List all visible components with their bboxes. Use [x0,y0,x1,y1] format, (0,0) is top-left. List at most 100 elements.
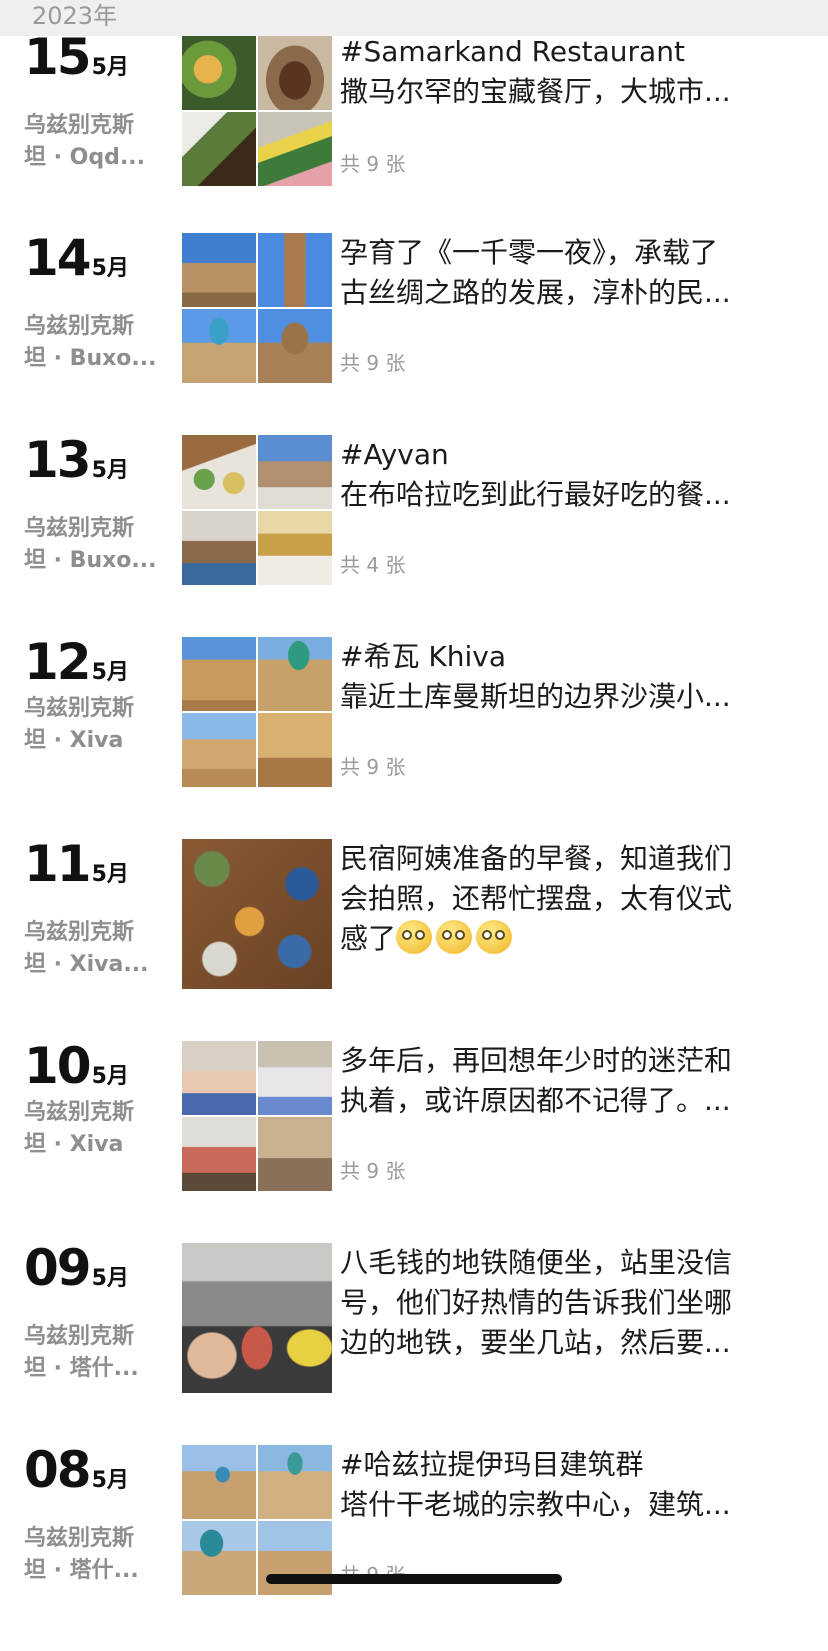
entry-date: 115月 [24,839,129,889]
caption-line: 多年后，再回想年少时的迷茫和 [340,1044,733,1077]
entry-month: 5月 [91,1266,129,1291]
location-line: 乌兹别克斯 [24,1526,135,1551]
entry-date: 125月 [24,637,129,687]
thumbnail-photo[interactable] [182,1117,256,1191]
thumbnail-photo[interactable] [258,112,332,186]
entry-day: 10 [24,1037,92,1095]
photo-grid[interactable] [182,839,332,989]
thumbnail-photo[interactable] [182,637,256,711]
thumbnail-photo[interactable] [182,713,256,787]
thumbnail-photo[interactable] [182,1243,332,1393]
thumbnail-photo[interactable] [182,36,256,110]
entry-location: 乌兹别克斯 坦 · Buxo... [24,311,164,375]
smiling-face-emoji-icon [476,920,513,954]
entry-location: 乌兹别克斯 坦 · Xiva... [24,917,164,981]
location-line: 坦 · Xiva [24,1132,124,1157]
location-line: 坦 · Buxo... [24,346,157,371]
caption-line: 边的地铁，要坐几站，然后要... [340,1326,731,1359]
entry-caption[interactable]: #希瓦 Khiva 靠近土库曼斯坦的边界沙漠小... [340,637,800,717]
caption-line: 撒马尔罕的宝藏餐厅，大城市... [340,75,731,108]
entry-caption[interactable]: #哈兹拉提伊玛目建筑群 塔什干老城的宗教中心，建筑... [340,1445,800,1525]
location-line: 坦 · Xiva... [24,952,149,977]
location-line: 乌兹别克斯 [24,516,135,541]
thumbnail-photo[interactable] [258,1445,332,1519]
caption-line: 靠近土库曼斯坦的边界沙漠小... [340,680,731,713]
thumbnail-photo[interactable] [258,233,332,307]
photo-count: 共 9 张 [340,351,406,375]
thumbnail-photo[interactable] [258,637,332,711]
entry-location: 乌兹别克斯 坦 · Buxo... [24,513,164,577]
moment-entry[interactable]: 095月 乌兹别克斯 坦 · 塔什... 八毛钱的地铁随便坐，站里没信 号，他们… [0,1243,828,1449]
thumbnail-photo[interactable] [258,309,332,383]
thumbnail-photo[interactable] [182,112,256,186]
entry-date: 155月 [24,32,129,82]
moment-entry[interactable]: 115月 乌兹别克斯 坦 · Xiva... 民宿阿姨准备的早餐，知道我们 会拍… [0,839,828,1045]
thumbnail-photo[interactable] [258,511,332,585]
thumbnail-photo[interactable] [182,1521,256,1595]
location-line: 乌兹别克斯 [24,696,135,721]
thumbnail-photo[interactable] [182,233,256,307]
location-line: 乌兹别克斯 [24,1100,135,1125]
caption-line: #Ayvan [340,438,449,471]
thumbnail-photo[interactable] [182,309,256,383]
location-line: 乌兹别克斯 [24,113,135,138]
entry-day: 14 [24,229,92,287]
moment-entry[interactable]: 105月 乌兹别克斯 坦 · Xiva 多年后，再回想年少时的迷茫和 执着，或许… [0,1041,828,1247]
smiling-face-emoji-icon [396,920,433,954]
entry-caption[interactable]: #Samarkand Restaurant 撒马尔罕的宝藏餐厅，大城市... [340,32,800,112]
entry-caption[interactable]: 多年后，再回想年少时的迷茫和 执着，或许原因都不记得了。... [340,1041,800,1121]
thumbnail-photo[interactable] [258,1117,332,1191]
entry-date: 085月 [24,1445,129,1495]
photo-grid[interactable] [182,637,332,787]
location-line: 乌兹别克斯 [24,920,135,945]
location-line: 坦 · Oqd... [24,145,145,170]
smiling-face-emoji-icon [436,920,473,954]
entry-caption[interactable]: #Ayvan 在布哈拉吃到此行最好吃的餐... [340,435,800,515]
caption-line: #Samarkand Restaurant [340,35,685,68]
photo-grid[interactable] [182,233,332,383]
entry-caption[interactable]: 八毛钱的地铁随便坐，站里没信 号，他们好热情的告诉我们坐哪 边的地铁，要坐几站，… [340,1243,800,1363]
moment-entry[interactable]: 125月 乌兹别克斯 坦 · Xiva #希瓦 Khiva 靠近土库曼斯坦的边界… [0,637,828,843]
entry-day: 08 [24,1441,92,1499]
entry-day: 09 [24,1239,92,1297]
thumbnail-photo[interactable] [182,435,256,509]
moment-entry[interactable]: 155月 乌兹别克斯 坦 · Oqd... #Samarkand Restaur… [0,32,828,238]
entry-caption[interactable]: 孕育了《一千零一夜》，承载了 古丝绸之路的发展，淳朴的民... [340,233,800,313]
thumbnail-photo[interactable] [182,839,332,989]
photo-count: 共 4 张 [340,553,406,577]
caption-line: 孕育了《一千零一夜》，承载了 [340,236,719,269]
entry-month: 5月 [91,862,129,887]
entry-caption[interactable]: 民宿阿姨准备的早餐，知道我们 会拍照，还帮忙摆盘，太有仪式 感了 [340,839,800,959]
caption-line: 会拍照，还帮忙摆盘，太有仪式 [340,882,733,915]
location-line: 坦 · Buxo... [24,548,157,573]
caption-line: 感了 [340,919,800,959]
moment-entry[interactable]: 135月 乌兹别克斯 坦 · Buxo... #Ayvan 在布哈拉吃到此行最好… [0,435,828,641]
home-indicator[interactable] [266,1574,562,1584]
thumbnail-photo[interactable] [182,1041,256,1115]
caption-line: 在布哈拉吃到此行最好吃的餐... [340,478,731,511]
thumbnail-photo[interactable] [258,36,332,110]
thumbnail-photo[interactable] [258,713,332,787]
thumbnail-photo[interactable] [182,511,256,585]
moments-feed[interactable]: 155月 乌兹别克斯 坦 · Oqd... #Samarkand Restaur… [0,0,828,1601]
entry-location: 乌兹别克斯 坦 · Oqd... [24,110,164,174]
entry-month: 5月 [91,1468,129,1493]
photo-grid[interactable] [182,1243,332,1393]
photo-grid[interactable] [182,36,332,186]
entry-day: 12 [24,633,92,691]
thumbnail-photo[interactable] [182,1445,256,1519]
year-header: 2023年 [0,0,828,36]
moment-entry[interactable]: 145月 乌兹别克斯 坦 · Buxo... 孕育了《一千零一夜》，承载了 古丝… [0,233,828,439]
photo-grid[interactable] [182,1445,332,1595]
photo-grid[interactable] [182,1041,332,1191]
location-line: 坦 · Xiva [24,728,124,753]
thumbnail-photo[interactable] [258,435,332,509]
moment-entry[interactable]: 085月 乌兹别克斯 坦 · 塔什... #哈兹拉提伊玛目建筑群 塔什干老城的宗… [0,1445,828,1651]
caption-line: 古丝绸之路的发展，淳朴的民... [340,276,731,309]
location-line: 乌兹别克斯 [24,1324,135,1349]
photo-grid[interactable] [182,435,332,585]
thumbnail-photo[interactable] [258,1041,332,1115]
photo-count: 共 9 张 [340,755,406,779]
location-line: 乌兹别克斯 [24,314,135,339]
entry-month: 5月 [91,660,129,685]
